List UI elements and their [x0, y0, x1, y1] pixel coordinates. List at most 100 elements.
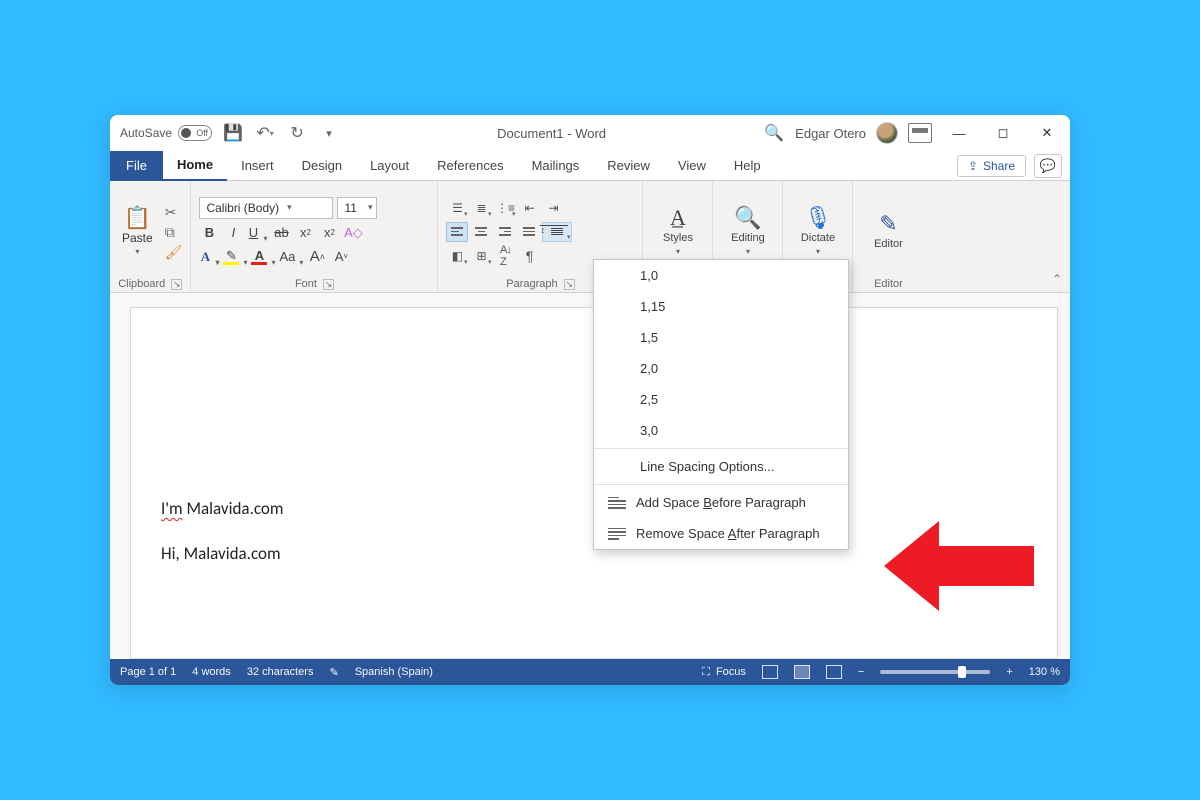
- zoom-value[interactable]: 130 %: [1029, 666, 1060, 678]
- comments-button[interactable]: 💬: [1034, 154, 1062, 178]
- tab-home[interactable]: Home: [163, 151, 227, 181]
- remove-space-after[interactable]: Remove Space After Paragraph: [594, 518, 848, 549]
- ribbon-display-button[interactable]: [908, 123, 932, 143]
- align-center-button[interactable]: [470, 222, 492, 242]
- tab-layout[interactable]: Layout: [356, 151, 423, 181]
- grow-font-button[interactable]: A˄: [307, 247, 327, 267]
- status-bar: Page 1 of 1 4 words 32 characters ✎ Span…: [110, 659, 1070, 685]
- view-print[interactable]: [794, 665, 810, 679]
- spacing-option[interactable]: 2,0: [594, 353, 848, 384]
- subscript-button[interactable]: x2: [295, 223, 315, 243]
- decrease-indent-button[interactable]: ⇤: [518, 198, 540, 218]
- text-effects-button[interactable]: A: [199, 247, 219, 267]
- increase-indent-button[interactable]: ⇥: [542, 198, 564, 218]
- clipboard-launcher-icon[interactable]: ↘: [171, 279, 182, 290]
- zoom-out[interactable]: −: [858, 666, 864, 678]
- tab-mailings[interactable]: Mailings: [518, 151, 594, 181]
- autosave-toggle[interactable]: AutoSave Off: [116, 125, 212, 141]
- align-right-button[interactable]: [494, 222, 516, 242]
- shading-button[interactable]: ◧: [446, 246, 468, 266]
- ribbon-tabs: File Home Insert Design Layout Reference…: [110, 151, 1070, 181]
- tab-insert[interactable]: Insert: [227, 151, 288, 181]
- avatar[interactable]: [876, 122, 898, 144]
- bullets-button[interactable]: ☰: [446, 198, 468, 218]
- spacing-option[interactable]: 1,15: [594, 291, 848, 322]
- undo-icon[interactable]: ↶▾: [254, 122, 276, 144]
- spelling-error[interactable]: I'm: [161, 498, 183, 519]
- editor-label: Editor: [874, 238, 903, 250]
- line-spacing-button[interactable]: ↕: [542, 222, 572, 242]
- mic-icon: 🎙: [804, 207, 832, 229]
- window-title: Document1 - Word: [340, 126, 763, 141]
- underline-button[interactable]: U: [247, 223, 267, 243]
- status-chars[interactable]: 32 characters: [247, 666, 314, 678]
- maximize-button[interactable]: ◻: [986, 119, 1020, 147]
- font-size-combo[interactable]: 11▾: [337, 197, 377, 219]
- customize-qat-icon[interactable]: ▾: [318, 122, 340, 144]
- share-button[interactable]: ⇪ Share: [957, 155, 1026, 177]
- spacing-option[interactable]: 3,0: [594, 415, 848, 446]
- styles-icon: A̲: [670, 207, 686, 229]
- tab-references[interactable]: References: [423, 151, 517, 181]
- show-marks-button[interactable]: ¶: [518, 246, 540, 266]
- zoom-slider[interactable]: [880, 670, 990, 674]
- tab-review[interactable]: Review: [593, 151, 664, 181]
- paragraph-launcher-icon[interactable]: ↘: [564, 279, 575, 290]
- font-color-button[interactable]: A: [251, 247, 275, 267]
- status-page[interactable]: Page 1 of 1: [120, 666, 176, 678]
- search-icon[interactable]: 🔍: [763, 122, 785, 144]
- line-spacing-options[interactable]: Line Spacing Options...: [594, 451, 848, 482]
- numbering-button[interactable]: ≣: [470, 198, 492, 218]
- highlight-button[interactable]: ✎: [223, 247, 247, 267]
- tab-view[interactable]: View: [664, 151, 720, 181]
- editing-button[interactable]: 🔍 Editing ▾: [725, 196, 771, 268]
- collapse-ribbon-icon[interactable]: ⌃: [1052, 272, 1062, 286]
- copy-icon[interactable]: ⧉: [165, 225, 183, 239]
- status-words[interactable]: 4 words: [192, 666, 231, 678]
- cut-icon[interactable]: ✂: [165, 205, 183, 219]
- borders-button[interactable]: ⊞: [470, 246, 492, 266]
- clear-format-button[interactable]: A◇: [343, 223, 363, 243]
- italic-button[interactable]: I: [223, 223, 243, 243]
- title-bar: AutoSave Off 💾 ↶▾ ↻ ▾ Document1 - Word 🔍…: [110, 115, 1070, 151]
- format-painter-icon[interactable]: 🖌: [165, 245, 183, 259]
- spacing-option[interactable]: 2,5: [594, 384, 848, 415]
- tab-help[interactable]: Help: [720, 151, 775, 181]
- paste-label: Paste: [122, 231, 153, 245]
- zoom-in[interactable]: +: [1006, 666, 1012, 678]
- styles-button[interactable]: A̲ Styles ▾: [657, 196, 699, 268]
- font-launcher-icon[interactable]: ↘: [323, 279, 334, 290]
- shrink-font-button[interactable]: A˅: [331, 247, 351, 267]
- para-space-above-icon: [608, 497, 626, 509]
- multilevel-button[interactable]: ⋮≡: [494, 198, 516, 218]
- change-case-button[interactable]: Aa: [279, 247, 303, 267]
- align-left-button[interactable]: [446, 222, 468, 242]
- paste-button[interactable]: 📋 Paste ▾: [118, 207, 157, 256]
- focus-mode[interactable]: ⛶Focus: [702, 666, 746, 679]
- spacing-option[interactable]: 1,0: [594, 260, 848, 291]
- superscript-button[interactable]: x2: [319, 223, 339, 243]
- redo-icon[interactable]: ↻: [286, 122, 308, 144]
- close-button[interactable]: ✕: [1030, 119, 1064, 147]
- tab-file[interactable]: File: [110, 151, 163, 181]
- bold-button[interactable]: B: [199, 223, 219, 243]
- view-web[interactable]: [826, 665, 842, 679]
- spacing-option[interactable]: 1,5: [594, 322, 848, 353]
- zoom-thumb[interactable]: [958, 666, 966, 678]
- group-editor: ✎ Editor Editor: [853, 181, 923, 292]
- add-space-before[interactable]: Add Space Before Paragraph: [594, 487, 848, 518]
- editor-button[interactable]: ✎ Editor: [868, 196, 909, 268]
- status-language[interactable]: Spanish (Spain): [355, 666, 433, 678]
- tab-design[interactable]: Design: [288, 151, 356, 181]
- strike-button[interactable]: ab: [271, 223, 291, 243]
- save-icon[interactable]: 💾: [222, 122, 244, 144]
- status-proofing-icon[interactable]: ✎: [329, 666, 338, 679]
- font-name-combo[interactable]: Calibri (Body)▾: [199, 197, 333, 219]
- editor-icon: ✎: [879, 213, 897, 235]
- minimize-button[interactable]: —: [942, 119, 976, 147]
- justify-button[interactable]: [518, 222, 540, 242]
- sort-button[interactable]: A↓Z: [494, 246, 516, 266]
- view-read[interactable]: [762, 665, 778, 679]
- dictate-button[interactable]: 🎙 Dictate ▾: [795, 196, 841, 268]
- menu-separator: [594, 484, 848, 485]
